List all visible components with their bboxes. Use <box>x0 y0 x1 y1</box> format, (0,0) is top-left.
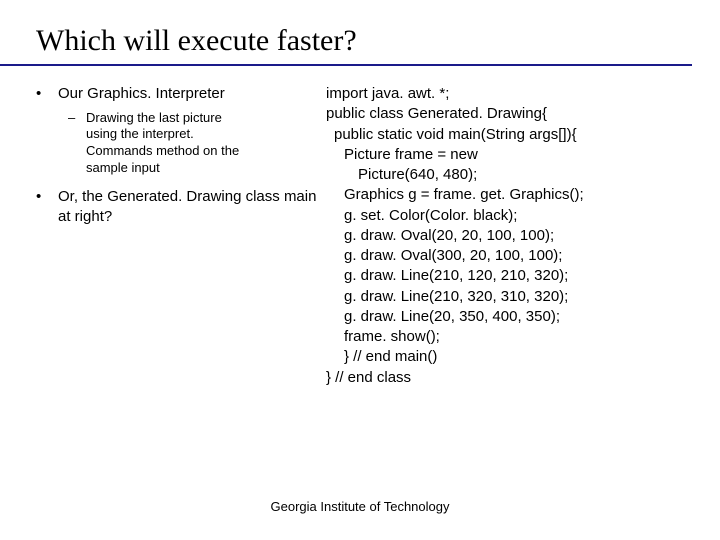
slide-content: • Our Graphics. Interpreter – Drawing th… <box>0 66 720 388</box>
left-column: • Our Graphics. Interpreter – Drawing th… <box>36 84 326 388</box>
code-line: g. draw. Oval(300, 20, 100, 100); <box>326 246 686 266</box>
code-line: g. draw. Line(210, 120, 210, 320); <box>326 266 686 286</box>
code-line: } // end main() <box>326 347 686 367</box>
code-block: import java. awt. *; public class Genera… <box>326 84 686 388</box>
bullet-text: Or, the Generated. Drawing class main at… <box>58 187 326 226</box>
code-line: g. draw. Line(210, 320, 310, 320); <box>326 287 686 307</box>
footer-text: Georgia Institute of Technology <box>0 499 720 514</box>
bullet-dot-icon: • <box>36 84 58 104</box>
slide-title: Which will execute faster? <box>0 0 692 66</box>
code-line: Picture(640, 480); <box>326 165 686 185</box>
code-line: public class Generated. Drawing{ <box>326 104 686 124</box>
code-line: g. draw. Oval(20, 20, 100, 100); <box>326 226 686 246</box>
code-line: Graphics g = frame. get. Graphics(); <box>326 185 686 205</box>
sub-bullet-text: Drawing the last picture using the inter… <box>86 110 256 178</box>
code-line: } // end class <box>326 368 686 388</box>
dash-icon: – <box>68 110 86 178</box>
code-line: g. set. Color(Color. black); <box>326 206 686 226</box>
sub-bullet-item: – Drawing the last picture using the int… <box>68 110 326 178</box>
code-line: public static void main(String args[]){ <box>326 125 686 145</box>
bullet-item: • Our Graphics. Interpreter <box>36 84 326 104</box>
code-line: import java. awt. *; <box>326 84 686 104</box>
bullet-dot-icon: • <box>36 187 58 226</box>
code-line: Picture frame = new <box>326 145 686 165</box>
bullet-item: • Or, the Generated. Drawing class main … <box>36 187 326 226</box>
code-line: frame. show(); <box>326 327 686 347</box>
code-line: g. draw. Line(20, 350, 400, 350); <box>326 307 686 327</box>
bullet-text: Our Graphics. Interpreter <box>58 84 326 104</box>
